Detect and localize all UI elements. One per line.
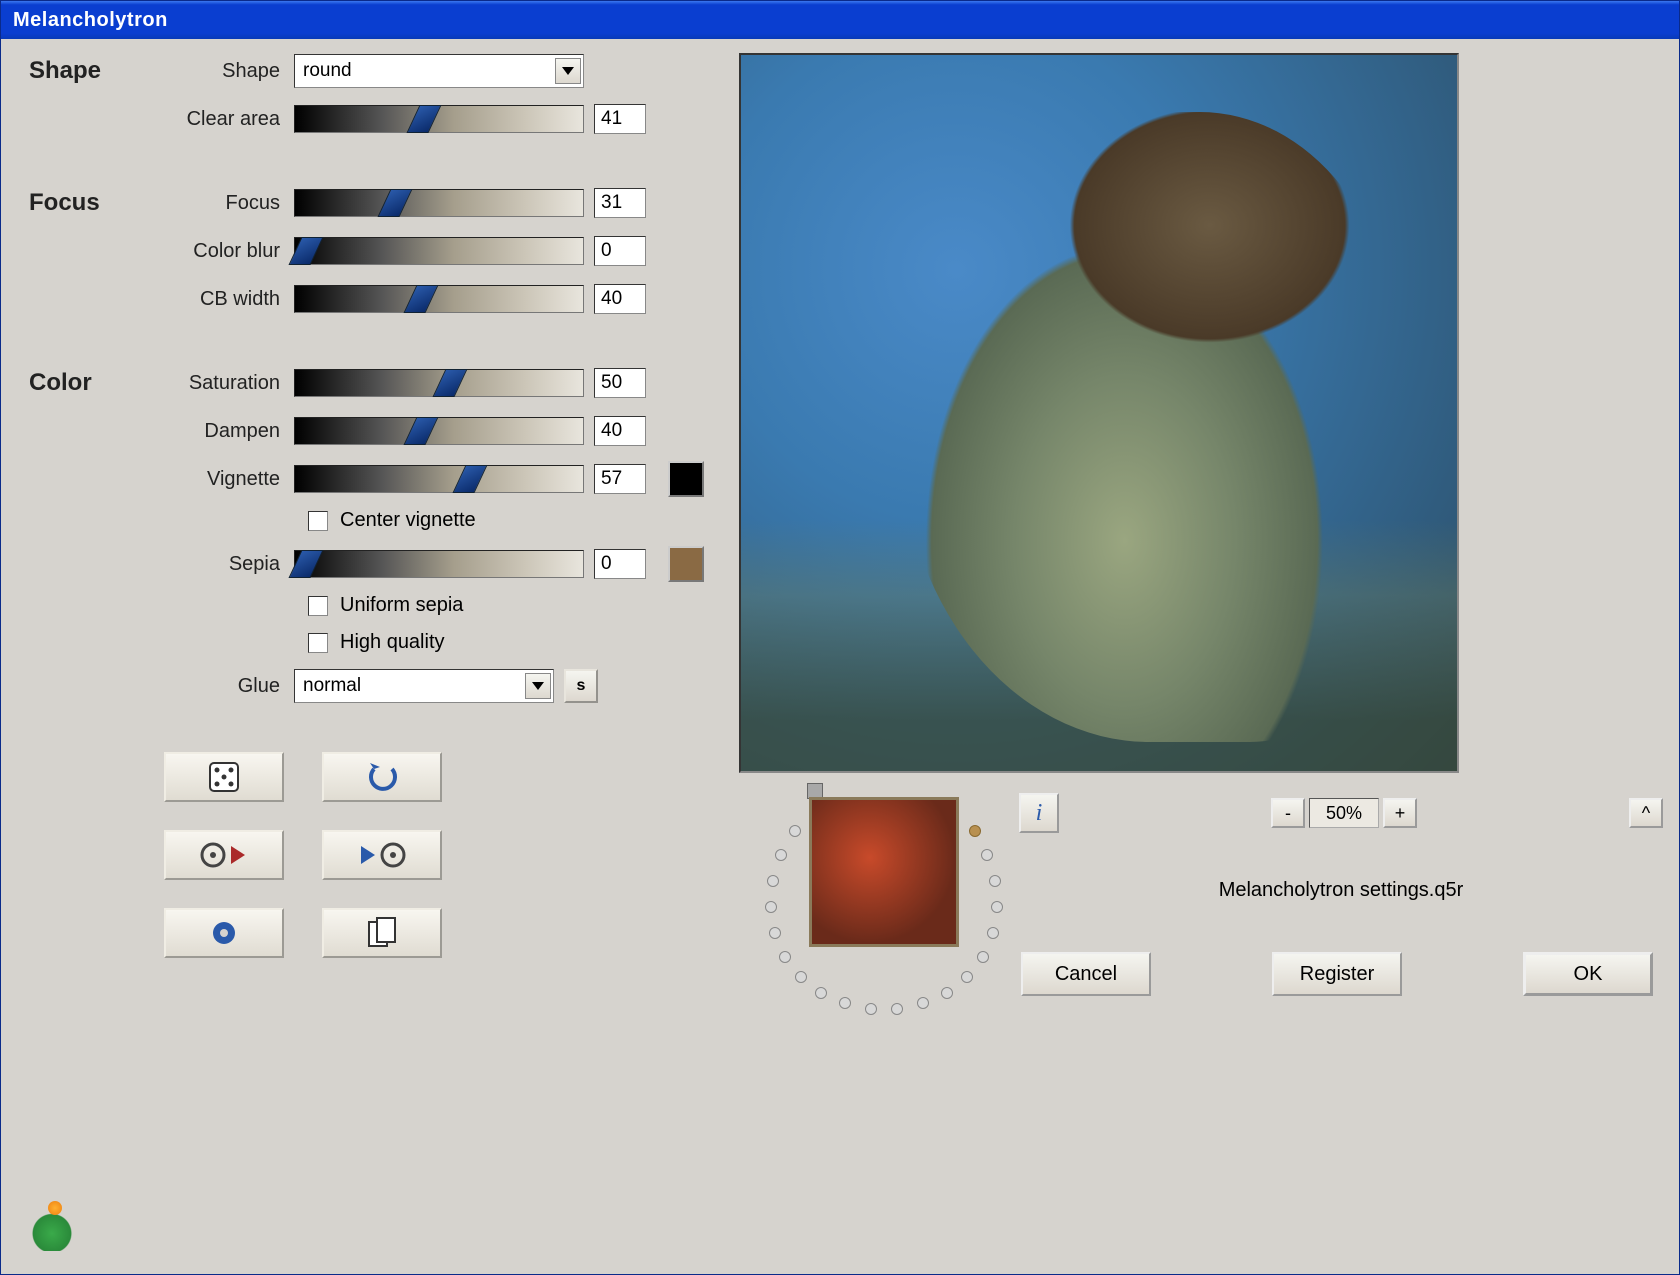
window-title: Melancholytron xyxy=(13,9,168,32)
info-button[interactable]: i xyxy=(1019,793,1059,833)
zoom-controls: - 50% + xyxy=(1271,798,1417,828)
undo-icon xyxy=(364,759,400,795)
undo-button[interactable] xyxy=(322,752,442,802)
label-high-quality: High quality xyxy=(340,631,445,654)
input-saturation[interactable]: 50 xyxy=(594,368,646,398)
zoom-in-button[interactable]: + xyxy=(1383,798,1417,828)
label-sepia: Sepia xyxy=(139,553,294,576)
slider-focus[interactable] xyxy=(294,189,584,217)
slider-vignette[interactable] xyxy=(294,465,584,493)
input-dampen[interactable]: 40 xyxy=(594,416,646,446)
label-focus: Focus xyxy=(139,192,294,215)
zoom-value: 50% xyxy=(1309,798,1379,828)
label-saturation: Saturation xyxy=(139,372,294,395)
dice-button[interactable] xyxy=(164,752,284,802)
play-disc-button[interactable] xyxy=(322,830,442,880)
settings-filename: Melancholytron settings.q5r xyxy=(1219,879,1464,902)
label-vignette: Vignette xyxy=(139,468,294,491)
slider-saturation[interactable] xyxy=(294,369,584,397)
thumb-preview[interactable] xyxy=(809,797,959,947)
input-color-blur[interactable]: 0 xyxy=(594,236,646,266)
input-vignette[interactable]: 57 xyxy=(594,464,646,494)
caret-button[interactable]: ^ xyxy=(1629,798,1663,828)
label-dampen: Dampen xyxy=(139,420,294,443)
dropdown-shape[interactable]: round xyxy=(294,54,584,88)
slider-color-blur[interactable] xyxy=(294,237,584,265)
label-shape: Shape xyxy=(139,60,294,83)
checkbox-high-quality[interactable] xyxy=(308,633,328,653)
swatch-sepia[interactable] xyxy=(668,546,704,582)
glue-s-button[interactable]: s xyxy=(564,669,598,703)
section-focus: Focus Focus 31 Color blur xyxy=(29,185,709,329)
input-focus[interactable]: 31 xyxy=(594,188,646,218)
slider-cb-width[interactable] xyxy=(294,285,584,313)
register-button[interactable]: Register xyxy=(1272,952,1402,996)
input-sepia[interactable]: 0 xyxy=(594,549,646,579)
chevron-down-icon[interactable] xyxy=(555,58,581,84)
slider-clear-area[interactable] xyxy=(294,105,584,133)
titlebar[interactable]: Melancholytron xyxy=(1,1,1679,39)
cancel-button[interactable]: Cancel xyxy=(1021,952,1151,996)
section-shape: Shape Shape round Cle xyxy=(29,53,709,149)
section-color: Color Saturation 50 Dampen xyxy=(29,365,709,716)
dice-icon xyxy=(206,759,242,795)
preview-panel: i - 50% + ^ Melancholytron settings.q5r … xyxy=(739,53,1663,1264)
slider-sepia[interactable] xyxy=(294,550,584,578)
record-icon xyxy=(209,918,239,948)
chevron-down-icon[interactable] xyxy=(525,673,551,699)
preview-controls: i - 50% + ^ Melancholytron settings.q5r … xyxy=(739,773,1663,1047)
slider-dampen[interactable] xyxy=(294,417,584,445)
action-button-grid xyxy=(164,752,709,958)
label-color-blur: Color blur xyxy=(139,240,294,263)
content-area: Shape Shape round Cle xyxy=(1,39,1679,1274)
preview-image[interactable] xyxy=(739,53,1459,773)
section-heading-color: Color xyxy=(29,369,92,397)
dropdown-shape-value: round xyxy=(303,60,352,82)
info-zoom-area: i - 50% + ^ Melancholytron settings.q5r … xyxy=(1019,787,1663,996)
checkbox-center-vignette[interactable] xyxy=(308,511,328,531)
app-window: Melancholytron Shape Shape round xyxy=(0,0,1680,1275)
input-clear-area[interactable]: 41 xyxy=(594,104,646,134)
dropdown-glue[interactable]: normal xyxy=(294,669,554,703)
zoom-out-button[interactable]: - xyxy=(1271,798,1305,828)
copy-button[interactable] xyxy=(322,908,442,958)
label-glue: Glue xyxy=(139,675,294,698)
thumb-carousel[interactable] xyxy=(739,787,1019,1047)
play-disc-icon xyxy=(357,840,407,870)
checkbox-uniform-sepia[interactable] xyxy=(308,596,328,616)
label-cb-width: CB width xyxy=(139,288,294,311)
section-heading-shape: Shape xyxy=(29,57,101,85)
input-cb-width[interactable]: 40 xyxy=(594,284,646,314)
dropdown-glue-value: normal xyxy=(303,675,361,697)
copy-icon xyxy=(367,916,397,950)
section-heading-focus: Focus xyxy=(29,189,100,217)
ok-button[interactable]: OK xyxy=(1523,952,1653,996)
label-uniform-sepia: Uniform sepia xyxy=(340,594,463,617)
label-center-vignette: Center vignette xyxy=(340,509,476,532)
swatch-vignette[interactable] xyxy=(668,461,704,497)
disc-play-button[interactable] xyxy=(164,830,284,880)
settings-panel: Shape Shape round Cle xyxy=(29,53,739,1264)
label-clear-area: Clear area xyxy=(139,108,294,131)
record-button[interactable] xyxy=(164,908,284,958)
disc-play-icon xyxy=(199,840,249,870)
app-logo-icon xyxy=(30,1207,74,1251)
